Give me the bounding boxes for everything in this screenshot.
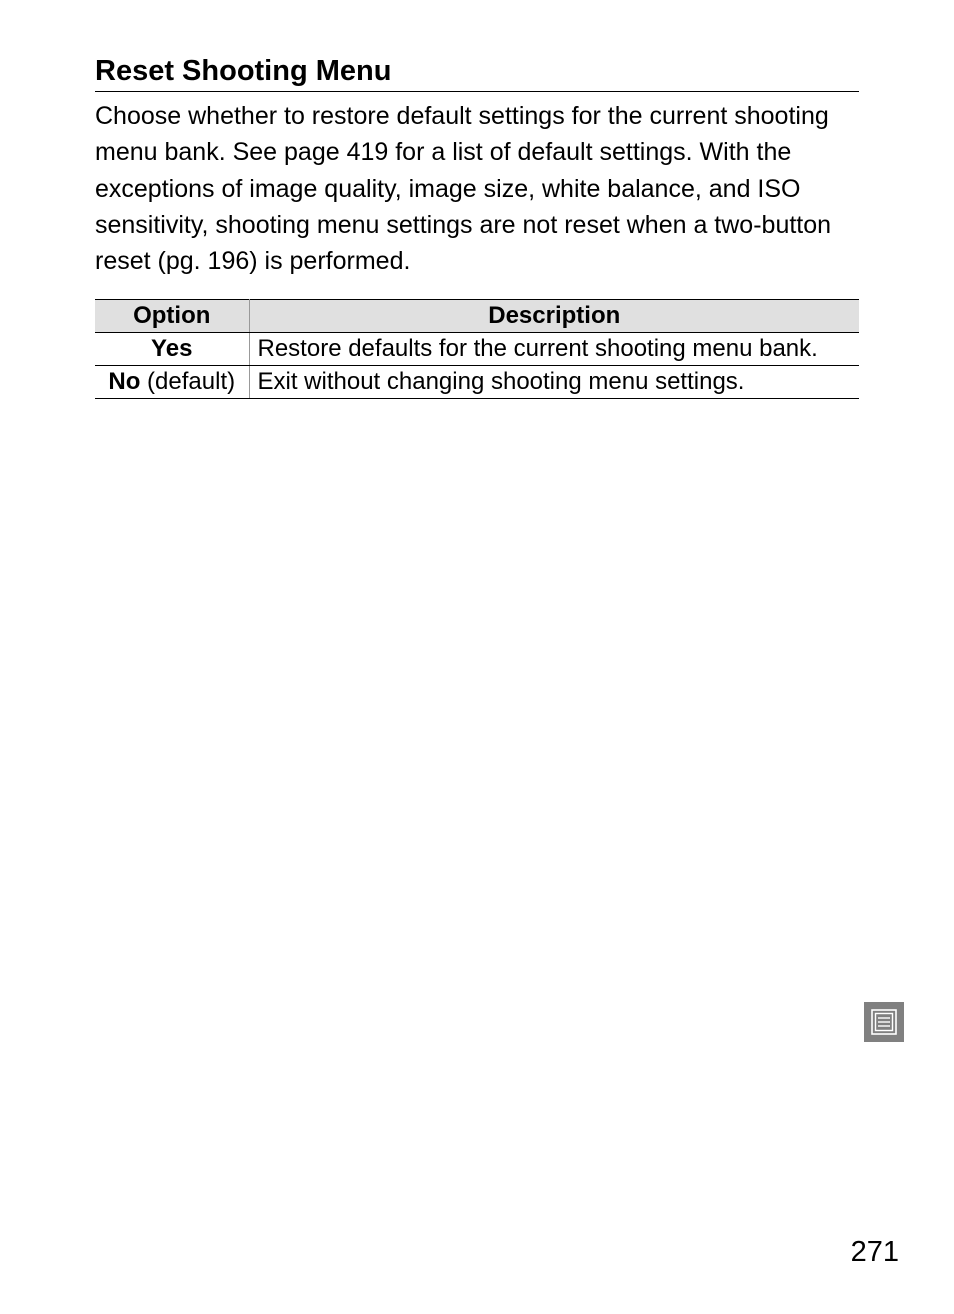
table-cell-option: No (default)	[95, 366, 249, 399]
table-header-option: Option	[95, 300, 249, 333]
table-header-row: Option Description	[95, 300, 859, 333]
table-row: No (default) Exit without changing shoot…	[95, 366, 859, 399]
menu-tab-icon	[864, 1002, 904, 1042]
table-cell-option: Yes	[95, 333, 249, 366]
page-number: 271	[851, 1236, 899, 1269]
table-row: Yes Restore defaults for the current sho…	[95, 333, 859, 366]
table-cell-description: Restore defaults for the current shootin…	[249, 333, 859, 366]
table-header-description: Description	[249, 300, 859, 333]
table-cell-description: Exit without changing shooting menu sett…	[249, 366, 859, 399]
section-title: Reset Shooting Menu	[95, 55, 859, 92]
section-body: Choose whether to restore default settin…	[95, 98, 859, 279]
options-table: Option Description Yes Restore defaults …	[95, 299, 859, 399]
